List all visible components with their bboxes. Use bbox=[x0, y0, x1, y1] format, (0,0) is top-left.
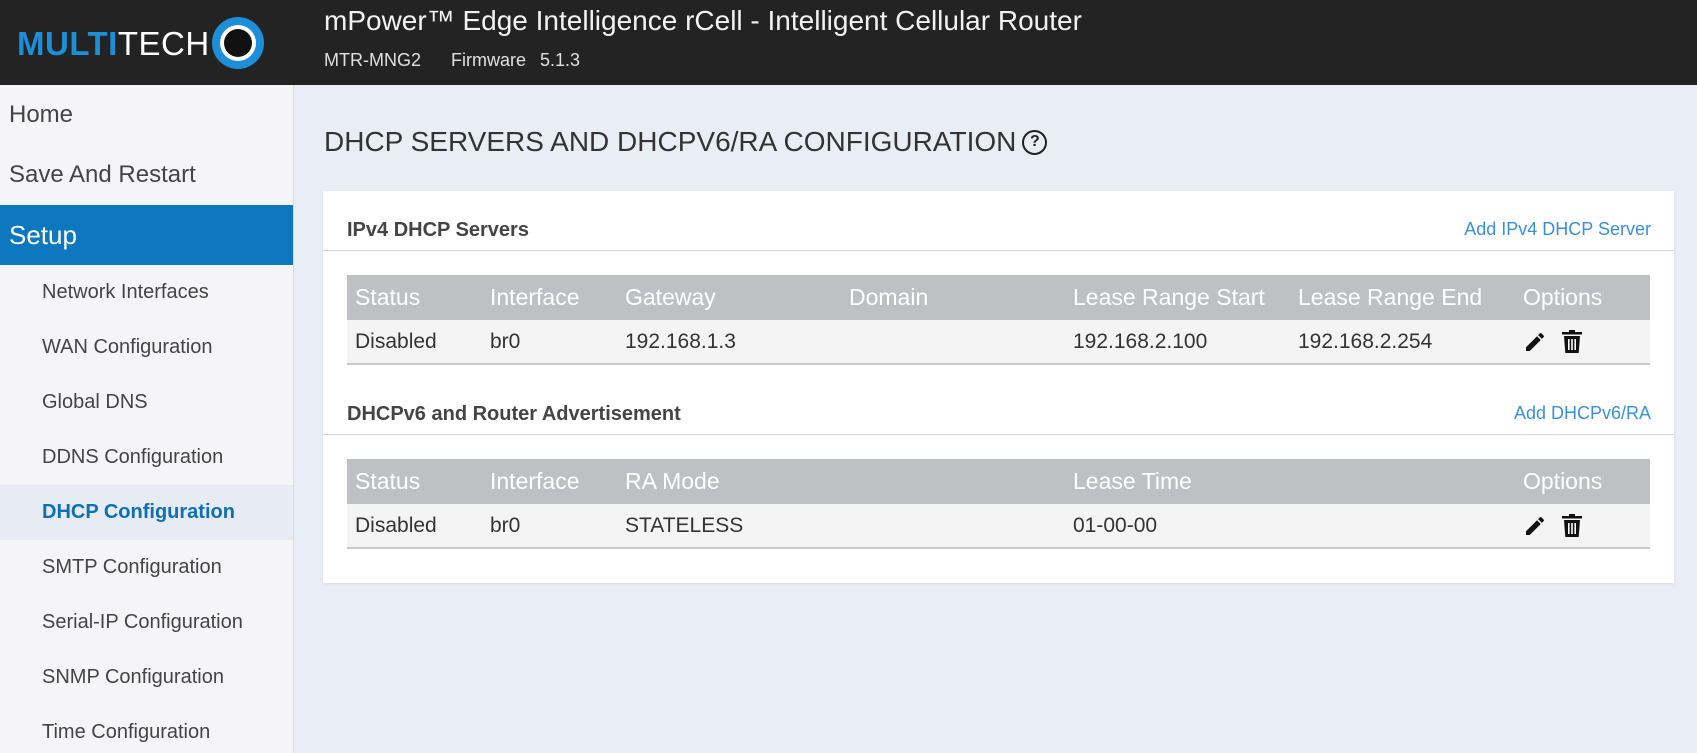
sidebar-item-dhcp-configuration[interactable]: DHCP Configuration bbox=[0, 485, 293, 540]
dhcpv6-section-header: DHCPv6 and Router Advertisement Add DHCP… bbox=[323, 375, 1674, 435]
sidebar-item-serial-ip-configuration[interactable]: Serial-IP Configuration bbox=[0, 595, 293, 650]
cell-interface: br0 bbox=[482, 320, 617, 365]
product-title: mPower™ Edge Intelligence rCell - Intell… bbox=[324, 5, 1082, 36]
device-info: MTR-MNG2 Firmware 5.1.3 bbox=[324, 50, 580, 71]
column-header: Options bbox=[1515, 459, 1650, 504]
sidebar-item-global-dns[interactable]: Global DNS bbox=[0, 375, 293, 430]
column-header: Options bbox=[1515, 275, 1650, 320]
ipv4-section-title: IPv4 DHCP Servers bbox=[347, 219, 529, 241]
sidebar-item-time-configuration[interactable]: Time Configuration bbox=[0, 705, 293, 753]
cell-options bbox=[1515, 504, 1650, 549]
add-dhcpv6-ra-link[interactable]: Add DHCPv6/RA bbox=[1514, 403, 1651, 424]
sidebar-item-save-and-restart[interactable]: Save And Restart bbox=[0, 145, 293, 205]
sidebar-item-ddns-configuration[interactable]: DDNS Configuration bbox=[0, 430, 293, 485]
firmware-label: Firmware bbox=[451, 50, 526, 70]
multitech-logo[interactable]: MULTITECH bbox=[17, 14, 289, 72]
cell-status: Disabled bbox=[347, 504, 482, 549]
cell-ra-mode: STATELESS bbox=[617, 504, 1065, 549]
table-row: Disabled br0 STATELESS 01-00-00 bbox=[347, 504, 1650, 549]
column-header: Status bbox=[347, 459, 482, 504]
cell-lease-start: 192.168.2.100 bbox=[1065, 320, 1290, 365]
edit-pencil-icon[interactable] bbox=[1523, 514, 1547, 538]
cell-domain bbox=[841, 320, 1065, 365]
table-header-row: Status Interface RA Mode Lease Time Opti… bbox=[347, 459, 1650, 504]
column-header: Gateway bbox=[617, 275, 841, 320]
cell-interface: br0 bbox=[482, 504, 617, 549]
column-header: RA Mode bbox=[617, 459, 1065, 504]
column-header: Lease Range End bbox=[1290, 275, 1515, 320]
ipv4-section-header: IPv4 DHCP Servers Add IPv4 DHCP Server bbox=[323, 191, 1674, 251]
help-icon[interactable]: ? bbox=[1022, 129, 1048, 155]
firmware-version: 5.1.3 bbox=[540, 50, 581, 70]
cell-gateway: 192.168.1.3 bbox=[617, 320, 841, 365]
logo-text-multi: MULTI bbox=[17, 24, 118, 62]
add-ipv4-dhcp-server-link[interactable]: Add IPv4 DHCP Server bbox=[1464, 219, 1651, 240]
sidebar-item-home[interactable]: Home bbox=[0, 85, 293, 145]
column-header: Status bbox=[347, 275, 482, 320]
logo-ring-icon bbox=[211, 17, 264, 69]
logo-text-tech: TECH bbox=[117, 24, 210, 62]
sidebar-item-smtp-configuration[interactable]: SMTP Configuration bbox=[0, 540, 293, 595]
page-title-text: DHCP SERVERS AND DHCPV6/RA CONFIGURATION bbox=[324, 126, 1017, 157]
sidebar-item-network-interfaces[interactable]: Network Interfaces bbox=[0, 265, 293, 320]
model-name: MTR-MNG2 bbox=[324, 50, 421, 70]
top-header: MULTITECH mPower™ Edge Intelligence rCel… bbox=[0, 0, 1697, 85]
cell-status: Disabled bbox=[347, 320, 482, 365]
dhcpv6-table: Status Interface RA Mode Lease Time Opti… bbox=[347, 459, 1650, 549]
sidebar-item-snmp-configuration[interactable]: SNMP Configuration bbox=[0, 650, 293, 705]
sidebar: Home Save And Restart Setup Network Inte… bbox=[0, 85, 294, 753]
cell-options bbox=[1515, 320, 1650, 365]
sidebar-item-setup[interactable]: Setup bbox=[0, 205, 293, 265]
cell-lease-time: 01-00-00 bbox=[1065, 504, 1515, 549]
column-header: Interface bbox=[482, 459, 617, 504]
column-header: Lease Time bbox=[1065, 459, 1515, 504]
page-title: DHCP SERVERS AND DHCPV6/RA CONFIGURATION… bbox=[324, 126, 1048, 158]
ipv4-dhcp-table: Status Interface Gateway Domain Lease Ra… bbox=[347, 275, 1650, 365]
table-row: Disabled br0 192.168.1.3 192.168.2.100 1… bbox=[347, 320, 1650, 365]
delete-trash-icon[interactable] bbox=[1561, 513, 1583, 538]
table-header-row: Status Interface Gateway Domain Lease Ra… bbox=[347, 275, 1650, 320]
column-header: Domain bbox=[841, 275, 1065, 320]
edit-pencil-icon[interactable] bbox=[1523, 330, 1547, 354]
column-header: Lease Range Start bbox=[1065, 275, 1290, 320]
delete-trash-icon[interactable] bbox=[1561, 329, 1583, 354]
dhcp-card: IPv4 DHCP Servers Add IPv4 DHCP Server S… bbox=[323, 191, 1674, 583]
dhcpv6-section-title: DHCPv6 and Router Advertisement bbox=[347, 403, 681, 425]
sidebar-item-wan-configuration[interactable]: WAN Configuration bbox=[0, 320, 293, 375]
column-header: Interface bbox=[482, 275, 617, 320]
cell-lease-end: 192.168.2.254 bbox=[1290, 320, 1515, 365]
